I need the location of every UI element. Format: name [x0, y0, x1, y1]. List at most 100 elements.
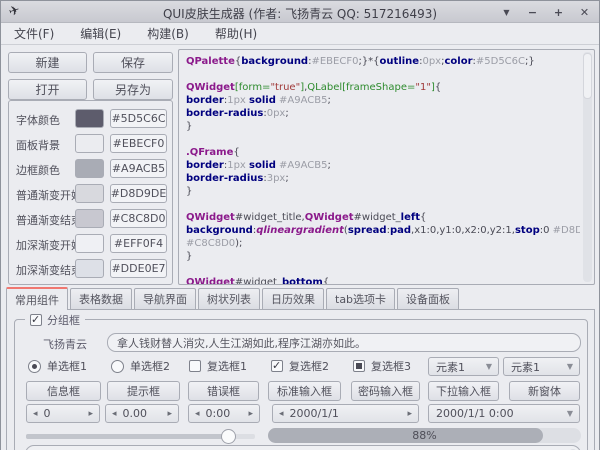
checkbox-2[interactable]: 复选框2	[271, 358, 329, 374]
tab-bar: 常用组件 表格数据 导航界面 树状列表 日历效果 tab选项卡 设备面板	[6, 287, 461, 310]
tab-tree-list[interactable]: 树状列表	[198, 288, 260, 310]
color-label: 加深渐变开始	[16, 237, 82, 253]
slider-handle[interactable]	[221, 429, 236, 444]
tab-table-data[interactable]: 表格数据	[70, 288, 132, 310]
color-swatch[interactable]	[75, 184, 104, 203]
editor-scrollbar-thumb[interactable]	[583, 53, 592, 99]
editor-scrollbar[interactable]	[583, 52, 592, 282]
color-swatch[interactable]	[75, 234, 104, 253]
maximize-icon[interactable]: +	[552, 6, 565, 19]
radio-1[interactable]: 单选框1	[28, 358, 87, 374]
standard-input-button[interactable]: 标准输入框	[268, 381, 341, 401]
slider-fill	[26, 434, 228, 439]
color-swatch[interactable]	[75, 159, 104, 178]
combo-2-value: 元素1	[511, 359, 567, 375]
qss-editor[interactable]: QPalette{background:#EBECF0;}*{outline:0…	[178, 49, 595, 285]
color-label: 边框颜色	[16, 162, 60, 178]
checkbox-checked-icon[interactable]	[271, 360, 283, 372]
progress-bar: 88%	[268, 428, 581, 443]
chevron-down-icon: ▼	[567, 409, 573, 418]
combo-2[interactable]: 元素1 ▼	[503, 357, 580, 376]
new-button[interactable]: 新建	[8, 52, 87, 73]
groupbox-checkbox-icon[interactable]	[30, 314, 42, 326]
date-spinbox[interactable]: ◂ 2000/1/1 ▸	[272, 404, 419, 423]
palette-row: 边框颜色 #A9ACB5	[9, 159, 172, 179]
groupbox-title[interactable]: 分组框	[25, 312, 85, 328]
color-label: 面板背景	[16, 137, 60, 153]
radio-2[interactable]: 单选框2	[111, 358, 170, 374]
int-spinbox[interactable]: ◂ 0 ▸	[26, 404, 100, 423]
dropdown-input-button[interactable]: 下拉输入框	[428, 381, 499, 401]
spin-right-arrow-icon[interactable]: ▸	[401, 409, 418, 419]
spin-right-arrow-icon[interactable]: ▸	[161, 409, 178, 419]
demo-textarea[interactable]: 拿人钱财替人消灾,人生江湖如此,程序江湖亦如此。	[25, 445, 581, 450]
hex-value-input[interactable]: #D8D9DE	[110, 184, 167, 203]
quote-input[interactable]: 拿人钱财替人消灾,人生江湖如此,程序江湖亦如此。	[107, 333, 581, 352]
title-bar[interactable]: ✈ QUI皮肤生成器 (作者: 飞扬青云 QQ: 517216493) ▼ − …	[1, 1, 599, 23]
password-input-button[interactable]: 密码输入框	[351, 381, 420, 401]
tab-navigation[interactable]: 导航界面	[134, 288, 196, 310]
spin-left-arrow-icon[interactable]: ◂	[273, 409, 290, 419]
checkbox-unchecked-icon[interactable]	[189, 360, 201, 372]
checkbox-3[interactable]: 复选框3	[353, 358, 411, 374]
menu-file[interactable]: 文件(F)	[1, 23, 67, 44]
hex-value-input[interactable]: #DDE0E7	[110, 259, 167, 278]
tab-device-panel[interactable]: 设备面板	[397, 288, 459, 310]
datetime-picker[interactable]: 2000/1/1 0:00 ▼	[428, 404, 580, 423]
hex-value-input[interactable]: #EFF0F4	[110, 234, 167, 253]
color-label: 普通渐变开始	[16, 187, 82, 203]
horizontal-slider[interactable]	[26, 428, 255, 444]
minimize-icon[interactable]: −	[526, 6, 539, 19]
radio-2-label: 单选框2	[130, 358, 170, 374]
checkbox-1[interactable]: 复选框1	[189, 358, 247, 374]
tip-dialog-button[interactable]: 提示框	[107, 381, 180, 401]
palette-row: 面板背景 #EBECF0	[9, 134, 172, 154]
color-swatch[interactable]	[75, 209, 104, 228]
palette-row: 加深渐变结束 #DDE0E7	[9, 259, 172, 279]
palette-row: 普通渐变开始 #D8D9DE	[9, 184, 172, 204]
qss-editor-code[interactable]: QPalette{background:#EBECF0;}*{outline:0…	[186, 55, 580, 285]
save-button[interactable]: 保存	[93, 52, 173, 73]
tab-calendar[interactable]: 日历效果	[262, 288, 324, 310]
time-spinbox-value: 0:00	[206, 407, 243, 420]
checkbox-partial-icon[interactable]	[353, 360, 365, 372]
hex-value-input[interactable]: #A9ACB5	[110, 159, 167, 178]
demo-groupbox: 分组框 飞扬青云 拿人钱财替人消灾,人生江湖如此,程序江湖亦如此。 单选框1 单…	[14, 319, 588, 450]
spin-right-arrow-icon[interactable]: ▸	[82, 409, 99, 419]
spin-left-arrow-icon[interactable]: ◂	[106, 409, 123, 419]
menu-build[interactable]: 构建(B)	[134, 23, 202, 44]
hex-value-input[interactable]: #5D5C6C	[110, 109, 167, 128]
hex-value-input[interactable]: #EBECF0	[110, 134, 167, 153]
hex-value-input[interactable]: #C8C8D0	[110, 209, 167, 228]
new-window-button[interactable]: 新窗体	[509, 381, 580, 401]
double-spinbox[interactable]: ◂ 0.00 ▸	[105, 404, 179, 423]
color-label: 字体颜色	[16, 112, 60, 128]
color-swatch[interactable]	[75, 134, 104, 153]
tab-tab-control[interactable]: tab选项卡	[326, 288, 395, 310]
tab-common-widgets[interactable]: 常用组件	[6, 287, 68, 310]
groupbox-title-label: 分组框	[47, 312, 80, 328]
radio-1-label: 单选框1	[47, 358, 87, 374]
palette-row: 加深渐变开始 #EFF0F4	[9, 234, 172, 254]
spin-left-arrow-icon[interactable]: ◂	[189, 409, 206, 419]
radio-checked-icon[interactable]	[28, 360, 41, 373]
checkbox-1-label: 复选框1	[207, 358, 247, 374]
radio-unchecked-icon[interactable]	[111, 360, 124, 373]
info-dialog-button[interactable]: 信息框	[26, 381, 101, 401]
skin-menu-icon[interactable]: ▼	[500, 8, 513, 17]
chevron-down-icon: ▼	[567, 362, 573, 371]
time-spinbox[interactable]: ◂ 0:00 ▸	[188, 404, 260, 423]
menu-edit[interactable]: 编辑(E)	[67, 23, 134, 44]
spin-left-arrow-icon[interactable]: ◂	[27, 409, 44, 419]
combo-1[interactable]: 元素1 ▼	[428, 357, 499, 376]
menu-help[interactable]: 帮助(H)	[202, 23, 270, 44]
save-as-button[interactable]: 另存为	[93, 79, 173, 100]
close-icon[interactable]: ✕	[578, 6, 591, 19]
error-dialog-button[interactable]: 错误框	[188, 381, 259, 401]
palette-row: 字体颜色 #5D5C6C	[9, 109, 172, 129]
open-button[interactable]: 打开	[8, 79, 87, 100]
color-swatch[interactable]	[75, 259, 104, 278]
color-swatch[interactable]	[75, 109, 104, 128]
checkbox-3-label: 复选框3	[371, 358, 411, 374]
spin-right-arrow-icon[interactable]: ▸	[242, 409, 259, 419]
